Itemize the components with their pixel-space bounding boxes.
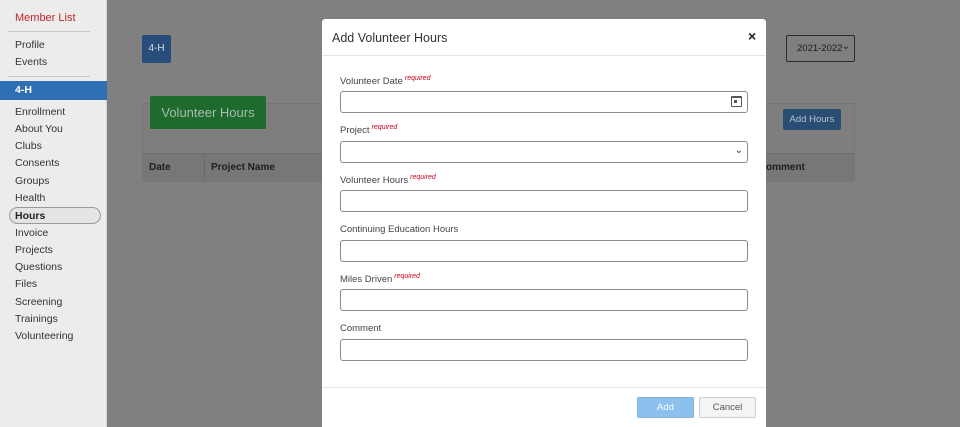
volunteer-hours-input[interactable] xyxy=(340,190,748,212)
miles-driven-input[interactable] xyxy=(340,289,748,311)
modal-title: Add Volunteer Hours xyxy=(332,31,448,45)
volunteer-date-input[interactable] xyxy=(340,91,748,113)
sidebar-item-label: Hours xyxy=(15,210,46,222)
project-label: Project required xyxy=(340,124,398,137)
sidebar-item-hours[interactable]: Hours xyxy=(9,207,101,224)
cancel-button[interactable]: Cancel xyxy=(699,397,756,418)
divider xyxy=(204,154,205,182)
required-marker: required xyxy=(394,273,420,280)
sidebar-item-clubs[interactable]: Clubs xyxy=(15,140,42,152)
divider xyxy=(8,31,90,32)
required-marker: required xyxy=(410,174,436,181)
volunteer-date-label: Volunteer Date required xyxy=(340,75,431,88)
sidebar-section-4h[interactable]: 4-H xyxy=(0,81,107,100)
sidebar-item-invoice[interactable]: Invoice xyxy=(15,227,48,239)
sidebar-item-enrollment[interactable]: Enrollment xyxy=(15,106,65,118)
sidebar: Member List Profile Events 4-H Enrollmen… xyxy=(0,0,107,427)
add-hours-button[interactable]: Add Hours xyxy=(783,109,841,130)
sidebar-item-files[interactable]: Files xyxy=(15,278,37,290)
year-select-value: 2021-2022 xyxy=(797,43,843,54)
sidebar-item-events[interactable]: Events xyxy=(15,56,47,68)
close-icon[interactable]: × xyxy=(748,28,756,44)
sidebar-item-health[interactable]: Health xyxy=(15,192,45,204)
volunteer-hours-heading: Volunteer Hours xyxy=(150,96,266,129)
sidebar-item-volunteering[interactable]: Volunteering xyxy=(15,330,73,342)
sidebar-section-label: 4-H xyxy=(15,84,32,96)
divider xyxy=(8,76,90,77)
calendar-icon[interactable] xyxy=(731,96,742,107)
sidebar-item-about-you[interactable]: About You xyxy=(15,123,63,135)
sidebar-item-projects[interactable]: Projects xyxy=(15,244,53,256)
continuing-education-hours-input[interactable] xyxy=(340,240,748,262)
sidebar-item-questions[interactable]: Questions xyxy=(15,261,62,273)
member-list-link[interactable]: Member List xyxy=(15,12,76,24)
sidebar-item-screening[interactable]: Screening xyxy=(15,296,62,308)
chevron-down-icon: ⌄ xyxy=(734,145,743,156)
required-marker: required xyxy=(371,124,398,131)
comment-input[interactable] xyxy=(340,339,748,361)
chevron-down-icon: ⌄ xyxy=(841,41,850,52)
divider xyxy=(322,55,766,56)
sidebar-item-trainings[interactable]: Trainings xyxy=(15,313,58,325)
volunteer-hours-label: Volunteer Hours required xyxy=(340,174,436,187)
project-select[interactable]: ⌄ xyxy=(340,141,748,163)
comment-label: Comment xyxy=(340,323,382,334)
program-4h-button[interactable]: 4-H xyxy=(142,35,171,63)
continuing-education-hours-label: Continuing Education Hours xyxy=(340,224,459,235)
sidebar-item-consents[interactable]: Consents xyxy=(15,157,59,169)
sidebar-item-groups[interactable]: Groups xyxy=(15,175,49,187)
column-header-project-name: Project Name xyxy=(211,162,275,173)
add-volunteer-hours-modal: Add Volunteer Hours × Volunteer Date requ… xyxy=(322,19,766,427)
sidebar-item-profile[interactable]: Profile xyxy=(15,39,45,51)
column-header-date: Date xyxy=(149,162,171,173)
required-marker: required xyxy=(404,75,431,82)
divider xyxy=(322,387,766,388)
miles-driven-label: Miles Driven required xyxy=(340,273,420,286)
column-header-comment: omment xyxy=(766,162,805,173)
add-button[interactable]: Add xyxy=(637,397,694,418)
year-select[interactable]: 2021-2022 ⌄ xyxy=(786,35,855,62)
